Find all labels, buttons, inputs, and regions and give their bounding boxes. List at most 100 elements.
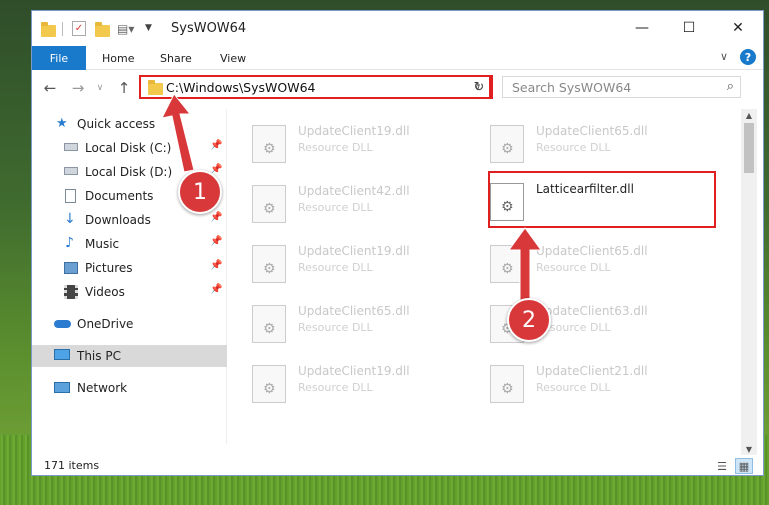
tab-share[interactable]: Share xyxy=(160,46,192,70)
title-bar: ✓ ▤▾ ▼ SysWOW64 — ☐ ✕ xyxy=(32,11,763,45)
back-button[interactable]: ← xyxy=(40,78,60,98)
customize-quick-access-icon[interactable]: ▤▾ xyxy=(117,22,134,36)
dll-file-icon xyxy=(252,125,286,163)
expand-ribbon-chevron-icon[interactable]: ∨ xyxy=(720,50,728,63)
file-type: Resource DLL xyxy=(298,381,373,394)
up-button[interactable]: ↑ xyxy=(114,78,134,98)
sidebar-item-pictures[interactable]: Pictures 📌 xyxy=(32,257,227,279)
pin-icon: 📌 xyxy=(210,260,223,271)
minimize-button[interactable]: — xyxy=(619,11,665,45)
dll-file-icon xyxy=(252,245,286,283)
file-type: Resource DLL xyxy=(298,201,373,214)
file-name: UpdateClient19.dll xyxy=(298,364,410,378)
sidebar-item-label: Quick access xyxy=(77,117,156,131)
close-button[interactable]: ✕ xyxy=(715,11,761,45)
target-file-highlight-box xyxy=(488,171,716,228)
file-name: UpdateClient21.dll xyxy=(536,364,648,378)
dll-file-icon xyxy=(252,365,286,403)
tab-file[interactable]: File xyxy=(32,46,86,70)
quick-access-dropdown-icon[interactable]: ▼ xyxy=(145,23,152,33)
help-icon[interactable]: ? xyxy=(740,49,756,65)
sidebar-item-videos[interactable]: Videos 📌 xyxy=(32,281,227,303)
sidebar-item-label: Network xyxy=(77,381,128,395)
file-type: Resource DLL xyxy=(536,261,611,274)
file-name: UpdateClient19.dll xyxy=(298,124,410,138)
sidebar-item-this-pc[interactable]: This PC xyxy=(32,345,227,367)
list-item[interactable]: UpdateClient42.dll Resource DLL xyxy=(228,177,438,229)
properties-icon[interactable]: ✓ xyxy=(72,21,86,36)
computer-icon xyxy=(54,349,70,360)
tab-view[interactable]: View xyxy=(220,46,246,70)
file-name: UpdateClient65.dll xyxy=(536,124,648,138)
refresh-button[interactable]: ↻ xyxy=(469,75,491,99)
step1-badge: 1 xyxy=(178,170,222,214)
cloud-icon xyxy=(54,320,71,328)
drive-icon xyxy=(64,167,78,175)
list-item[interactable]: UpdateClient19.dll Resource DLL xyxy=(228,357,438,409)
large-icons-view-button[interactable]: ▦ xyxy=(735,458,753,474)
file-type: Resource DLL xyxy=(536,141,611,154)
sidebar-item-label: OneDrive xyxy=(77,317,134,331)
network-icon xyxy=(54,382,70,393)
item-count: 171 items xyxy=(44,459,100,472)
file-name: UpdateClient42.dll xyxy=(298,184,410,198)
sidebar-item-onedrive[interactable]: OneDrive xyxy=(32,313,227,335)
maximize-button[interactable]: ☐ xyxy=(666,11,712,45)
sidebar-item-music[interactable]: ♪ Music 📌 xyxy=(32,233,227,255)
sidebar-item-label: Downloads xyxy=(85,213,151,227)
dll-file-icon xyxy=(490,365,524,403)
sidebar-item-label: Videos xyxy=(85,285,125,299)
scroll-down-arrow-icon[interactable]: ▼ xyxy=(741,443,757,455)
sidebar-item-network[interactable]: Network xyxy=(32,377,227,399)
ribbon-tabs: File Home Share View ∨ ? xyxy=(32,46,763,70)
scrollbar-thumb[interactable] xyxy=(744,123,754,173)
picture-icon xyxy=(64,262,78,274)
search-input[interactable]: Search SysWOW64 xyxy=(512,80,631,95)
pin-icon: 📌 xyxy=(210,236,223,247)
list-item[interactable]: UpdateClient21.dll Resource DLL xyxy=(466,357,676,409)
music-icon: ♪ xyxy=(65,235,74,251)
file-type: Resource DLL xyxy=(298,141,373,154)
divider xyxy=(62,22,63,36)
document-icon xyxy=(65,189,76,203)
explorer-window: ✓ ▤▾ ▼ SysWOW64 — ☐ ✕ File Home Share Vi… xyxy=(31,10,764,476)
list-item[interactable]: UpdateClient63.dll Resource DLL xyxy=(466,297,676,349)
recent-locations-button[interactable]: ∨ xyxy=(90,78,110,98)
file-list: UpdateClient19.dll Resource DLL UpdateCl… xyxy=(228,109,740,444)
tab-home[interactable]: Home xyxy=(102,46,134,70)
file-name: UpdateClient19.dll xyxy=(298,244,410,258)
file-type: Resource DLL xyxy=(298,261,373,274)
pin-icon: 📌 xyxy=(210,212,223,223)
dll-file-icon xyxy=(252,305,286,343)
sidebar-item-label: Music xyxy=(85,237,120,251)
search-box[interactable]: Search SysWOW64 ⌕ xyxy=(502,76,741,98)
status-bar: 171 items ☰ ▦ xyxy=(32,455,763,477)
list-item[interactable]: UpdateClient65.dll Resource DLL xyxy=(466,237,676,289)
download-icon: ↓ xyxy=(64,211,76,227)
dll-file-icon xyxy=(252,185,286,223)
sidebar-item-label: Documents xyxy=(85,189,154,203)
star-icon: ★ xyxy=(56,116,68,131)
details-view-button[interactable]: ☰ xyxy=(713,458,731,474)
new-folder-icon[interactable] xyxy=(95,22,110,37)
pin-icon: 📌 xyxy=(210,284,223,295)
vertical-scrollbar[interactable]: ▲ ▼ xyxy=(741,109,757,455)
forward-button[interactable]: → xyxy=(68,78,88,98)
list-item[interactable]: UpdateClient19.dll Resource DLL xyxy=(228,117,438,169)
navigation-bar: ← → ∨ ↑ C:\Windows\SysWOW64 ∨ ↻ Search S… xyxy=(32,71,763,105)
drive-icon xyxy=(64,143,78,151)
sidebar-item-label: Local Disk (C:) xyxy=(85,141,172,155)
sidebar-item-label: This PC xyxy=(77,349,121,363)
folder-icon[interactable] xyxy=(41,22,56,37)
list-item[interactable]: UpdateClient65.dll Resource DLL xyxy=(228,297,438,349)
search-icon[interactable]: ⌕ xyxy=(727,79,734,94)
dll-file-icon xyxy=(490,125,524,163)
list-item[interactable]: UpdateClient65.dll Resource DLL xyxy=(466,117,676,169)
step2-badge: 2 xyxy=(507,298,551,342)
video-icon xyxy=(64,285,78,299)
file-name: UpdateClient65.dll xyxy=(536,244,648,258)
scroll-up-arrow-icon[interactable]: ▲ xyxy=(741,109,757,121)
file-name: UpdateClient63.dll xyxy=(536,304,648,318)
list-item[interactable]: UpdateClient19.dll Resource DLL xyxy=(228,237,438,289)
file-type: Resource DLL xyxy=(298,321,373,334)
